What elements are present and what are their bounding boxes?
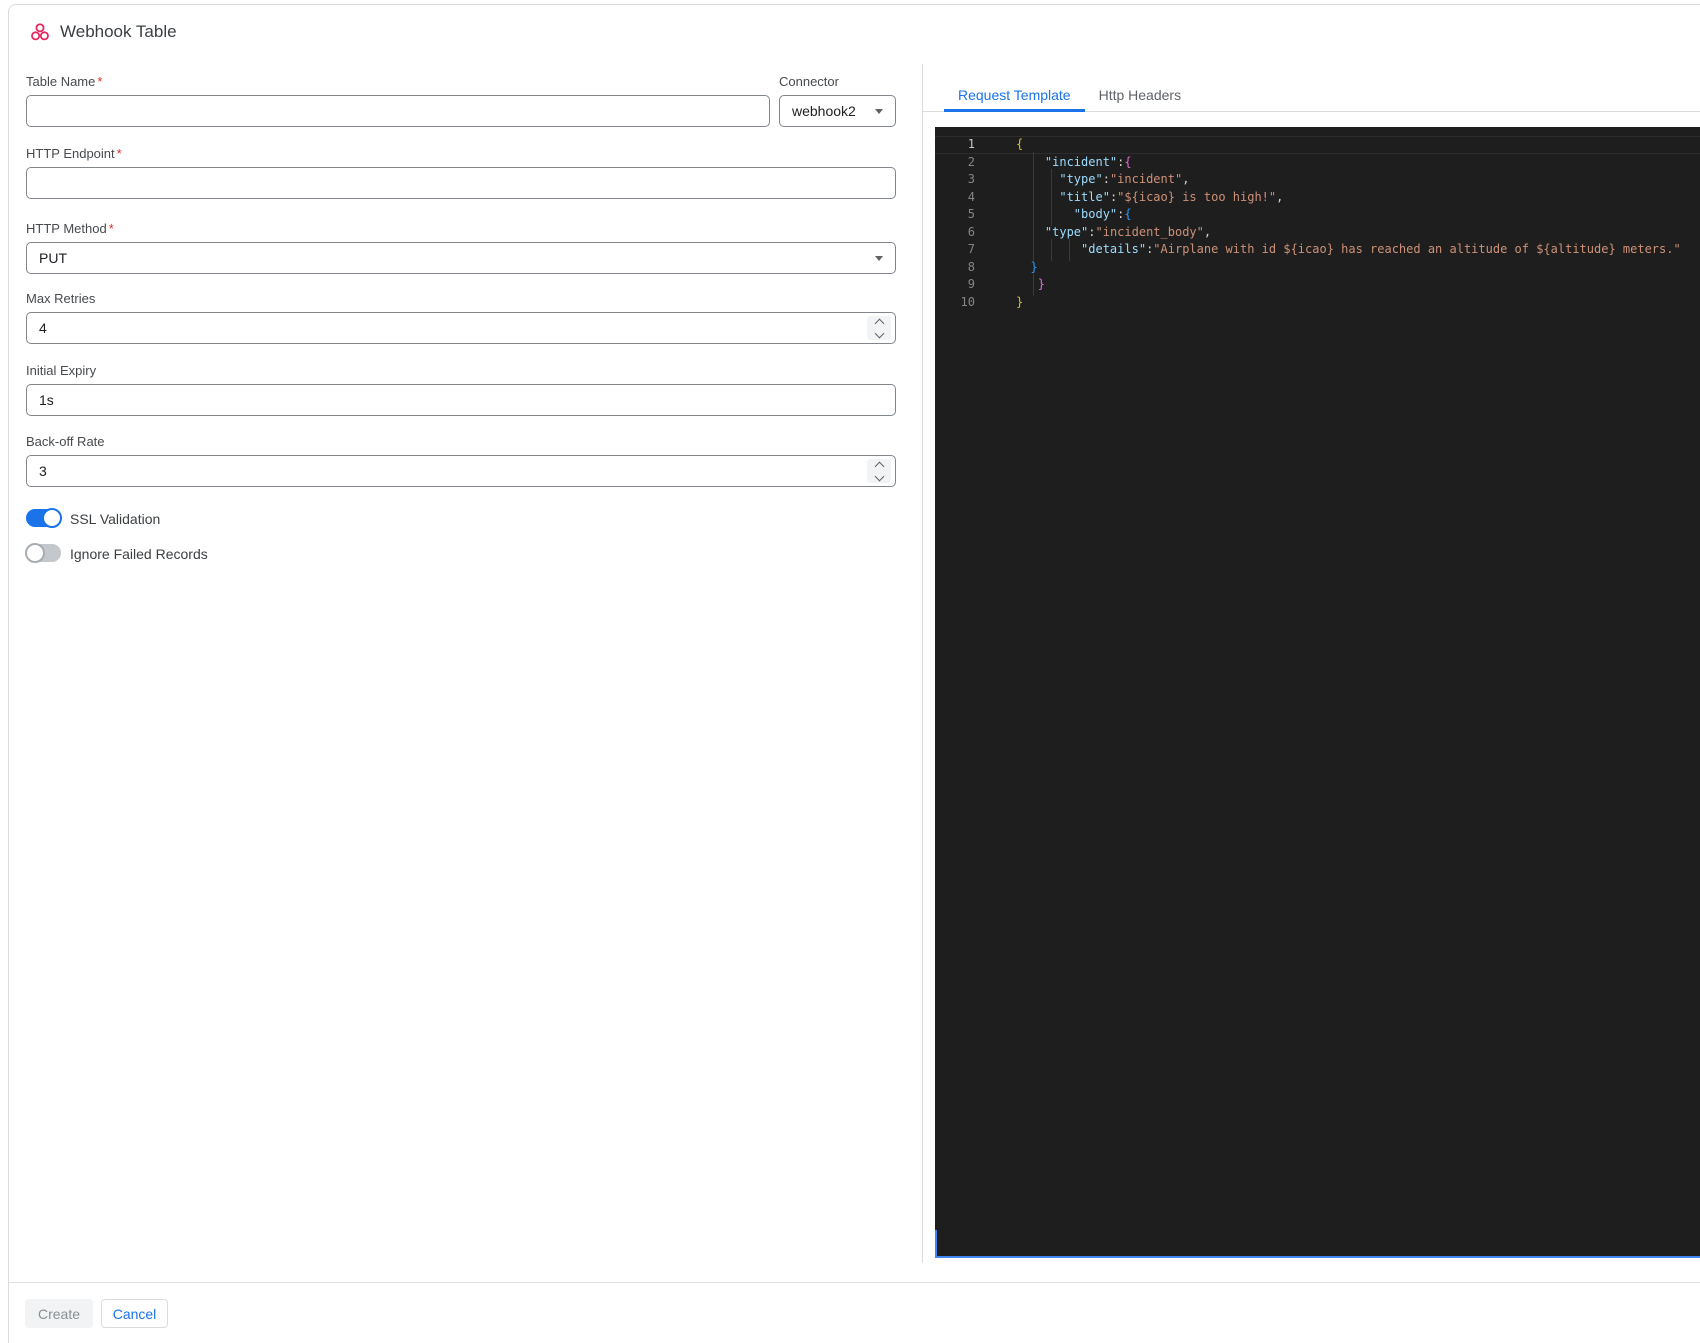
tab-http-headers[interactable]: Http Headers — [1085, 80, 1195, 112]
panel-divider — [922, 64, 923, 1263]
table-name-label: Table Name * — [26, 74, 103, 89]
footer-divider — [9, 1282, 1700, 1283]
required-asterisk: * — [97, 74, 103, 89]
chevron-up-icon — [874, 318, 884, 328]
connector-value: webhook2 — [792, 103, 856, 119]
chevron-down-icon — [875, 108, 883, 114]
cancel-button[interactable]: Cancel — [101, 1299, 168, 1328]
chevron-down-icon — [874, 471, 884, 481]
max-retries-label: Max Retries — [26, 291, 96, 306]
code-lines: 1{2 "incident":{3 "type":"incident", 4 "t… — [935, 136, 1700, 311]
ignore-failed-records-label: Ignore Failed Records — [70, 546, 208, 562]
create-button[interactable]: Create — [25, 1299, 93, 1328]
toggle-knob — [42, 508, 62, 528]
backoff-rate-label: Back-off Rate — [26, 434, 105, 449]
connector-label: Connector — [779, 74, 839, 89]
code-line: 8 } — [967, 259, 1038, 274]
number-stepper[interactable] — [867, 459, 891, 483]
connector-select[interactable]: webhook2 — [779, 95, 896, 127]
initial-expiry-label: Initial Expiry — [26, 363, 97, 378]
code-line: 3 "type":"incident", — [935, 169, 1700, 191]
http-method-value: PUT — [39, 250, 67, 266]
code-line: 10} — [960, 294, 1024, 309]
chevron-down-icon — [875, 255, 883, 261]
code-line: 5 "body":{ — [935, 204, 1700, 226]
backoff-rate-input[interactable] — [26, 455, 896, 487]
chevron-up-icon — [874, 461, 884, 471]
code-line: 6 "type":"incident_body", — [935, 221, 1700, 243]
code-line: 2 "incident":{ — [935, 151, 1700, 173]
editor-tabbar: Request Template Http Headers — [923, 80, 1700, 112]
webhook-table-dialog: Webhook Table Table Name * Connector webh… — [0, 0, 1700, 1343]
tab-request-template[interactable]: Request Template — [944, 80, 1085, 112]
code-line: 7 "details":"Airplane with id ${icao} ha… — [935, 239, 1700, 261]
chevron-down-icon — [874, 328, 884, 338]
webhook-icon — [30, 22, 50, 42]
http-endpoint-input[interactable] — [26, 167, 896, 199]
ignore-failed-records-toggle[interactable] — [25, 543, 61, 563]
backoff-rate-field — [26, 455, 896, 487]
request-template-editor[interactable]: 1{2 "incident":{3 "type":"incident", 4 "t… — [935, 127, 1700, 1258]
max-retries-input[interactable] — [26, 312, 896, 344]
http-method-label: HTTP Method * — [26, 221, 114, 236]
dialog-header: Webhook Table — [30, 22, 177, 42]
required-asterisk: * — [108, 221, 114, 236]
http-endpoint-label: HTTP Endpoint * — [26, 146, 122, 161]
code-line: 1{ — [935, 136, 1700, 154]
max-retries-field — [26, 312, 896, 344]
editor-focus-notch — [935, 1230, 937, 1256]
page-title: Webhook Table — [60, 22, 177, 41]
ssl-validation-toggle[interactable] — [26, 508, 62, 528]
number-stepper[interactable] — [867, 316, 891, 340]
initial-expiry-input[interactable] — [26, 384, 896, 416]
code-line: 4 "title":"${icao} is too high!", — [935, 186, 1700, 208]
table-name-input[interactable] — [26, 95, 770, 127]
required-asterisk: * — [116, 146, 122, 161]
http-method-select[interactable]: PUT — [26, 242, 896, 274]
ssl-validation-label: SSL Validation — [70, 511, 161, 527]
code-line: 9 } — [935, 274, 1700, 296]
toggle-knob — [25, 543, 45, 563]
